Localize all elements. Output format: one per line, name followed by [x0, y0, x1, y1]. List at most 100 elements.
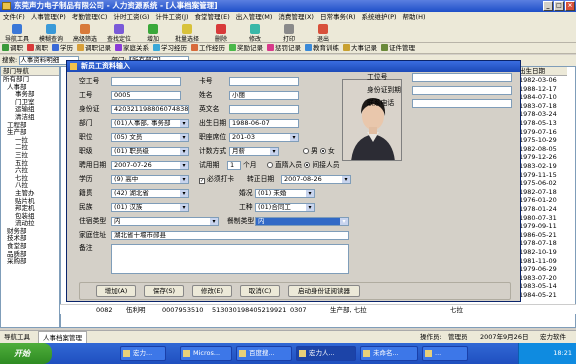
seat-select[interactable]: 201-03	[229, 133, 299, 142]
date-cell: 1981-11-09	[519, 256, 557, 265]
task-item[interactable]: Micros...	[180, 346, 232, 361]
direct-staff-radio[interactable]	[267, 162, 273, 168]
menu-file[interactable]: 文件(F)	[0, 12, 28, 23]
add-record-button[interactable]: 增加(A)	[96, 285, 136, 297]
study-history-button[interactable]: 学习经历	[151, 43, 189, 53]
task-item[interactable]: ...	[422, 346, 468, 361]
table-row[interactable]: 0082 伍利明 0007953510 513030198405219921 0…	[60, 304, 576, 314]
address-field[interactable]: 湖北省十堰市郧县	[111, 231, 349, 240]
phone-field[interactable]	[412, 99, 512, 108]
nation-select[interactable]: (01) 汉族	[111, 203, 189, 212]
name-field[interactable]: 小丽	[229, 91, 299, 100]
advanced-filter-button[interactable]: 高级筛选	[68, 23, 102, 42]
task-item[interactable]: 未命名...	[360, 346, 418, 361]
phone-label: 联系电话	[367, 99, 395, 107]
remark-field[interactable]	[111, 244, 349, 274]
native-select[interactable]: (42) 湖北省	[111, 189, 189, 198]
menu-system[interactable]: 系统维护(P)	[359, 12, 400, 23]
trial-field[interactable]: 1	[227, 161, 241, 170]
edit-button[interactable]: 修改	[238, 23, 272, 42]
engname-field[interactable]	[229, 105, 299, 114]
regular-date-field[interactable]: 2007-08-26	[281, 175, 351, 184]
birth-field[interactable]: 1988-06-07	[229, 119, 299, 128]
tree-node[interactable]: 一拉	[1, 136, 59, 145]
delete-button[interactable]: 删除	[204, 23, 238, 42]
workno-field[interactable]: 0005	[111, 91, 181, 100]
task-item[interactable]: 百度搜...	[236, 346, 292, 361]
menu-personnel[interactable]: 人事管理(P)	[28, 12, 69, 23]
task-item[interactable]: 宏力...	[120, 346, 166, 361]
exit-button[interactable]: 退出	[306, 23, 340, 42]
card-field[interactable]	[229, 77, 299, 86]
menu-attendance[interactable]: 考勤管理(C)	[69, 12, 111, 23]
resign-button[interactable]: 离职	[25, 43, 50, 53]
menu-hourly-pay[interactable]: 计时工资(G)	[110, 12, 152, 23]
dept-select[interactable]: (01)人事部, 事务部	[111, 119, 189, 128]
date-cell: 1982-07-18	[519, 187, 557, 196]
edu-select[interactable]: (9) 高中	[111, 175, 189, 184]
menu-canteen[interactable]: 食堂管理(E)	[192, 12, 233, 23]
remark-label: 备注	[79, 244, 93, 252]
tree-node[interactable]: 六拉	[1, 167, 59, 175]
cancel-button[interactable]: 取消(C)	[240, 285, 280, 297]
menu-help[interactable]: 帮助(H)	[400, 12, 429, 23]
locate-button[interactable]: 查找定位	[102, 23, 136, 42]
penalty-button[interactable]: 惩罚记录	[265, 43, 303, 53]
task-item-active[interactable]: 宏力人...	[296, 346, 356, 361]
meal-select[interactable]: 内	[255, 217, 349, 226]
empno-field[interactable]	[111, 77, 181, 86]
indirect-staff-radio[interactable]	[304, 162, 311, 168]
menu-consume[interactable]: 消费管理(X)	[275, 12, 317, 23]
maximize-button[interactable]: □	[554, 1, 564, 11]
menu-daily[interactable]: 日常事务(R)	[317, 12, 359, 23]
start-button[interactable]: 开始	[0, 343, 52, 364]
batch-select-button[interactable]: 批量选择	[170, 23, 204, 42]
marriage-select[interactable]: (01) 未婚	[255, 189, 315, 198]
add-button[interactable]: 增加	[136, 23, 170, 42]
empno-label: 空工号	[79, 77, 100, 85]
delete-icon	[216, 24, 226, 34]
date-column-header[interactable]: 出生日期	[519, 67, 567, 76]
tree-node[interactable]: 三拉	[1, 151, 59, 160]
transfer-record-button[interactable]: 调职记录	[75, 43, 113, 53]
rank-select[interactable]: (01) 职员级	[111, 147, 189, 156]
training-button[interactable]: 教育训练	[303, 43, 341, 53]
tree-node[interactable]: 采购部	[1, 258, 59, 266]
education-button[interactable]: 学历	[50, 43, 75, 53]
female-radio[interactable]	[319, 148, 326, 154]
id-expiry-field[interactable]	[412, 86, 512, 95]
minimize-button[interactable]: _	[543, 1, 553, 11]
menu-piece-pay[interactable]: 计件工资(J)	[153, 12, 192, 23]
date-cell: 1983-02-19	[519, 162, 557, 170]
tree-node[interactable]: 七拉	[1, 174, 59, 183]
save-button[interactable]: 保存(S)	[144, 285, 184, 297]
male-radio[interactable]	[303, 148, 309, 154]
family-button[interactable]: 家庭关系	[113, 43, 151, 53]
study-icon	[153, 44, 160, 51]
nav-tool-button[interactable]: 导航工具	[0, 23, 34, 42]
modify-button[interactable]: 修改(E)	[192, 285, 232, 297]
tree-node[interactable]: 五拉	[1, 159, 59, 168]
certificate-button[interactable]: 证件管理	[379, 43, 417, 53]
work-icon	[191, 44, 198, 51]
id-reader-button[interactable]: 启动身份证阅读器	[288, 285, 360, 297]
hire-date-field[interactable]: 2007-07-26	[111, 161, 189, 170]
lodging-select[interactable]: 内	[111, 217, 219, 226]
menu-access[interactable]: 出入管理(M)	[233, 12, 276, 23]
reward-button[interactable]: 奖励记录	[227, 43, 265, 53]
fuzzy-search-button[interactable]: 模糊查询	[34, 23, 68, 42]
must-punch-checkbox[interactable]: ✓	[199, 178, 205, 184]
tree-node[interactable]: 二拉	[1, 144, 59, 152]
close-button[interactable]: ×	[565, 1, 575, 11]
work-history-button[interactable]: 工作经历	[189, 43, 227, 53]
pay-select[interactable]: 月薪	[229, 147, 279, 156]
transfer-button[interactable]: 调职	[0, 43, 25, 53]
workstation-field[interactable]	[412, 73, 512, 82]
worktype-select[interactable]: (01)合同工	[255, 203, 315, 212]
position-select[interactable]: (05) 文员	[111, 133, 189, 142]
idcard-field[interactable]: 420321198806074838	[111, 105, 189, 114]
dialog-icon	[70, 63, 77, 70]
tree-node[interactable]: 生产部	[1, 129, 59, 137]
events-button[interactable]: 大事记录	[341, 43, 379, 53]
print-button[interactable]: 打印	[272, 23, 306, 42]
